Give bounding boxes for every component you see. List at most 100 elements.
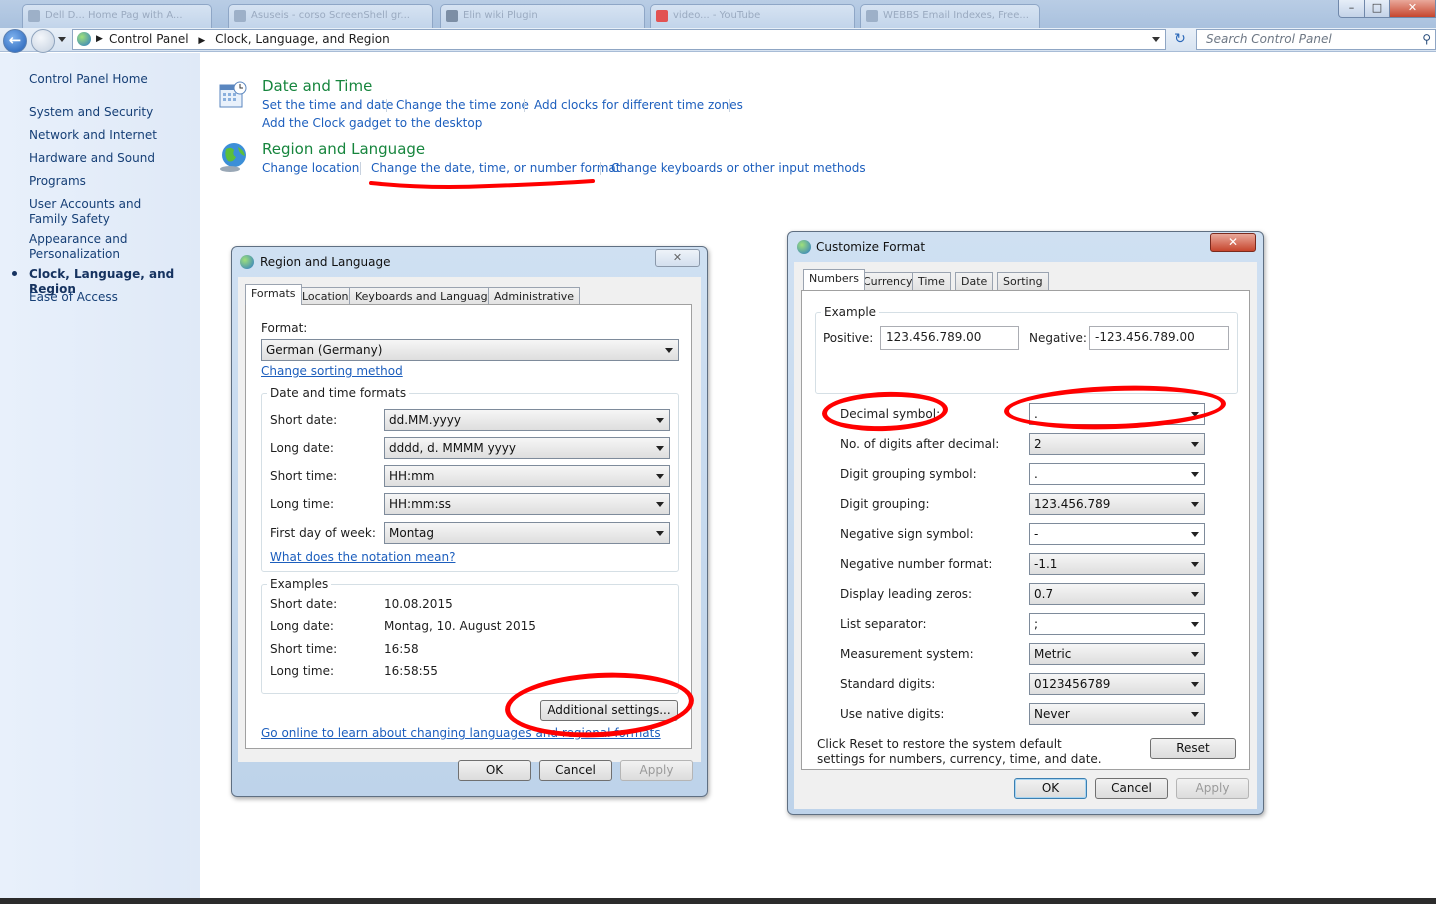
short-time-label: Short time:	[270, 469, 338, 483]
breadcrumb-control-panel[interactable]: Control Panel	[109, 32, 189, 46]
example-short-time-label: Short time:	[270, 642, 338, 656]
example-long-time-label: Long time:	[270, 664, 335, 678]
sidebar-item-system-security[interactable]: System and Security	[29, 105, 194, 120]
leading-zeros-select[interactable]: 0.7	[1029, 583, 1205, 605]
maximize-button[interactable]: □	[1364, 0, 1390, 18]
apply-button[interactable]: Apply	[1176, 778, 1249, 799]
reset-button[interactable]: Reset	[1150, 738, 1236, 759]
digits-after-decimal-label: No. of digits after decimal:	[840, 437, 1000, 451]
example-long-date-value: Montag, 10. August 2015	[384, 619, 536, 633]
sidebar-item-network-internet[interactable]: Network and Internet	[29, 128, 194, 143]
notation-link[interactable]: What does the notation mean?	[270, 550, 455, 564]
category-title-date-time[interactable]: Date and Time	[262, 77, 372, 95]
digit-grouping-select[interactable]: 123.456.789	[1029, 493, 1205, 515]
example-short-time-value: 16:58	[384, 642, 419, 656]
example-short-date-label: Short date:	[270, 597, 338, 611]
apply-button[interactable]: Apply	[620, 760, 693, 781]
negative-number-format-select[interactable]: -1.1	[1029, 553, 1205, 575]
minimize-button[interactable]: –	[1338, 0, 1365, 18]
leading-zeros-label: Display leading zeros:	[840, 587, 973, 601]
long-date-select[interactable]: dddd, d. MMMM yyyy	[384, 437, 670, 459]
tab-administrative[interactable]: Administrative	[488, 287, 581, 305]
format-label: Format:	[261, 321, 308, 335]
native-digits-select[interactable]: Never	[1029, 703, 1205, 725]
tab-sorting[interactable]: Sorting	[997, 272, 1049, 290]
browser-tab[interactable]: Asuseis - corso ScreenShell gr...	[228, 4, 433, 28]
tab-keyboards-languages[interactable]: Keyboards and Languages	[349, 287, 507, 305]
negative-sign-select[interactable]: -	[1029, 523, 1205, 545]
list-separator-select[interactable]: ;	[1029, 613, 1205, 635]
long-time-select[interactable]: HH:mm:ss	[384, 493, 670, 515]
tab-time[interactable]: Time	[912, 272, 951, 290]
breadcrumb-clock-language-region[interactable]: Clock, Language, and Region	[215, 32, 390, 46]
standard-digits-select[interactable]: 0123456789	[1029, 673, 1205, 695]
category-title-region-language[interactable]: Region and Language	[262, 140, 425, 158]
forward-button[interactable]	[31, 29, 55, 53]
digit-grouping-symbol-label: Digit grouping symbol:	[840, 467, 977, 481]
browser-tab[interactable]: Elin wiki Plugin	[440, 4, 645, 28]
ok-button[interactable]: OK	[1014, 778, 1087, 799]
address-dropdown-icon[interactable]	[1152, 37, 1160, 42]
dialog-globe-icon	[240, 255, 254, 269]
tab-favicon-icon	[234, 10, 246, 22]
link-separator	[386, 99, 387, 112]
navigation-bar: ← ▶ Control Panel ▶ Clock, Language, and…	[0, 28, 1436, 53]
digits-after-decimal-select[interactable]: 2	[1029, 433, 1205, 455]
taskbar-edge	[0, 898, 1436, 904]
short-date-select[interactable]: dd.MM.yyyy	[384, 409, 670, 431]
link-separator	[600, 162, 601, 175]
recent-pages-chevron-icon[interactable]	[58, 37, 66, 42]
browser-tab[interactable]: video... - YouTube	[650, 4, 855, 28]
link-change-format[interactable]: Change the date, time, or number format	[371, 161, 620, 175]
tab-location[interactable]: Location	[296, 287, 355, 305]
calendar-clock-icon	[218, 80, 248, 110]
measurement-system-label: Measurement system:	[840, 647, 974, 661]
tab-favicon-icon	[866, 10, 878, 22]
sidebar-item-appearance[interactable]: Appearance and Personalization	[29, 232, 129, 262]
annotation-underline	[369, 177, 595, 189]
back-button[interactable]: ←	[3, 29, 27, 53]
link-clock-gadget[interactable]: Add the Clock gadget to the desktop	[262, 116, 482, 130]
link-set-time-date[interactable]: Set the time and date	[262, 98, 393, 112]
refresh-icon[interactable]: ↻	[1170, 30, 1190, 50]
link-change-time-zone[interactable]: Change the time zone	[396, 98, 529, 112]
dialog-globe-icon	[797, 240, 811, 254]
short-date-label: Short date:	[270, 413, 338, 427]
dialog-close-button[interactable]: ✕	[655, 249, 700, 267]
tab-date[interactable]: Date	[955, 272, 994, 290]
sidebar-item-hardware-sound[interactable]: Hardware and Sound	[29, 151, 194, 166]
address-bar[interactable]: ▶ Control Panel ▶ Clock, Language, and R…	[72, 29, 1166, 50]
sidebar-item-user-accounts[interactable]: User Accounts and Family Safety	[29, 197, 174, 227]
example-short-date-value: 10.08.2015	[384, 597, 453, 611]
link-separator	[360, 162, 361, 175]
measurement-system-select[interactable]: Metric	[1029, 643, 1205, 665]
tab-formats[interactable]: Formats	[245, 284, 302, 305]
close-window-button[interactable]: ✕	[1389, 0, 1436, 18]
cancel-button[interactable]: Cancel	[1095, 778, 1168, 799]
ok-button[interactable]: OK	[458, 760, 531, 781]
globe-icon	[218, 141, 250, 173]
cancel-button[interactable]: Cancel	[539, 760, 612, 781]
tab-numbers[interactable]: Numbers	[803, 269, 865, 290]
change-sorting-link[interactable]: Change sorting method	[261, 364, 403, 378]
digit-grouping-symbol-select[interactable]: .	[1029, 463, 1205, 485]
sidebar-item-ease-of-access[interactable]: Ease of Access	[29, 290, 194, 305]
browser-tab[interactable]: Dell D... Home Pag with A...	[22, 4, 212, 28]
link-change-keyboards[interactable]: Change keyboards or other input methods	[611, 161, 866, 175]
dialog-close-button[interactable]: ✕	[1210, 233, 1256, 252]
link-change-location[interactable]: Change location	[262, 161, 359, 175]
sidebar-item-control-panel-home[interactable]: Control Panel Home	[29, 72, 194, 87]
first-day-select[interactable]: Montag	[384, 522, 670, 544]
tab-currency[interactable]: Currency	[857, 272, 919, 290]
search-input[interactable]: Search Control Panel ⚲	[1196, 29, 1436, 50]
link-add-clocks[interactable]: Add clocks for different time zones	[534, 98, 743, 112]
digit-grouping-label: Digit grouping:	[840, 497, 930, 511]
short-time-select[interactable]: HH:mm	[384, 465, 670, 487]
search-icon[interactable]: ⚲	[1422, 30, 1431, 49]
format-select[interactable]: German (Germany)	[261, 339, 679, 361]
browser-tab[interactable]: WEBBS Email Indexes, Free...	[860, 4, 1040, 28]
list-separator-label: List separator:	[840, 617, 927, 631]
sidebar-item-programs[interactable]: Programs	[29, 174, 194, 189]
negative-sign-label: Negative sign symbol:	[840, 527, 974, 541]
long-time-label: Long time:	[270, 497, 335, 511]
